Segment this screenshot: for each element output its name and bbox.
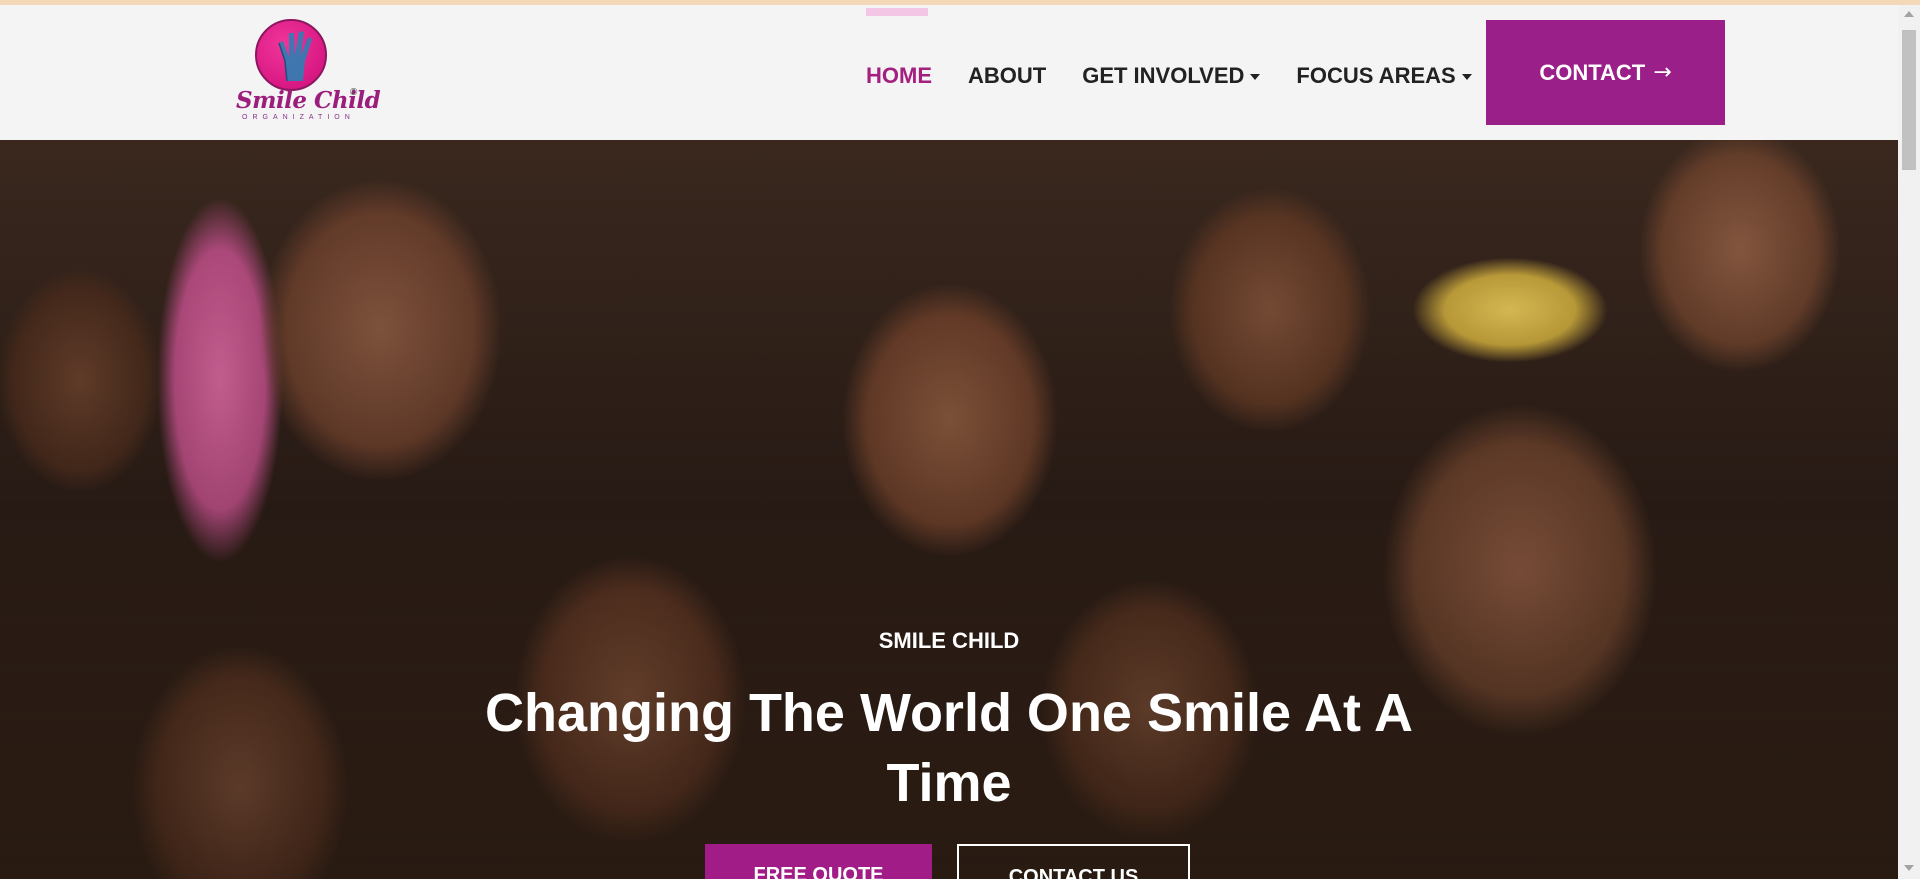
nav-item-label: FOCUS AREAS <box>1296 62 1456 88</box>
contact-button[interactable]: CONTACT → <box>1486 20 1725 125</box>
logo-subtitle: ORGANIZATION <box>242 114 355 121</box>
chevron-down-icon <box>1250 73 1261 80</box>
hero-title: Changing The World One Smile At A Time <box>484 683 1414 813</box>
scroll-up-icon[interactable] <box>1904 11 1914 17</box>
free-quote-button[interactable]: FREE QUOTE <box>705 844 932 879</box>
scrollbar-thumb[interactable] <box>1902 30 1916 170</box>
nav-active-indicator <box>866 7 928 16</box>
contact-us-label: CONTACT US <box>1008 866 1139 879</box>
page-scrollbar[interactable] <box>1898 5 1920 879</box>
nav-item-home[interactable]: HOME <box>866 7 932 89</box>
contact-us-button[interactable]: CONTACT US <box>957 844 1190 879</box>
nav-item-get-involved[interactable]: GET INVOLVED <box>1082 62 1261 89</box>
nav-item-about[interactable]: ABOUT <box>968 63 1046 89</box>
contact-button-label: CONTACT <box>1539 59 1646 85</box>
nav-item-focus-areas[interactable]: FOCUS AREAS <box>1296 62 1472 89</box>
arrow-right-icon: → <box>1653 60 1672 85</box>
hero-banner: SMILE CHILD Changing The World One Smile… <box>0 140 1898 879</box>
nav-item-label: GET INVOLVED <box>1082 62 1245 88</box>
site-logo[interactable]: Smile Child © ORGANIZATION <box>232 19 381 127</box>
hero-eyebrow: SMILE CHILD <box>878 628 1020 653</box>
free-quote-label: FREE QUOTE <box>753 864 884 879</box>
chevron-down-icon <box>1461 73 1472 80</box>
logo-emblem <box>255 19 327 91</box>
logo-name: Smile Child <box>236 87 381 114</box>
logo-copyright: © <box>350 87 358 98</box>
main-navigation: HOME ABOUT GET INVOLVED FOCUS AREAS <box>866 5 1508 140</box>
site-header: Smile Child © ORGANIZATION HOME ABOUT GE… <box>0 5 1898 140</box>
nav-item-label: ABOUT <box>968 62 1047 88</box>
nav-item-label: HOME <box>866 62 932 88</box>
scroll-down-icon[interactable] <box>1904 865 1914 871</box>
hand-icon <box>278 31 312 82</box>
